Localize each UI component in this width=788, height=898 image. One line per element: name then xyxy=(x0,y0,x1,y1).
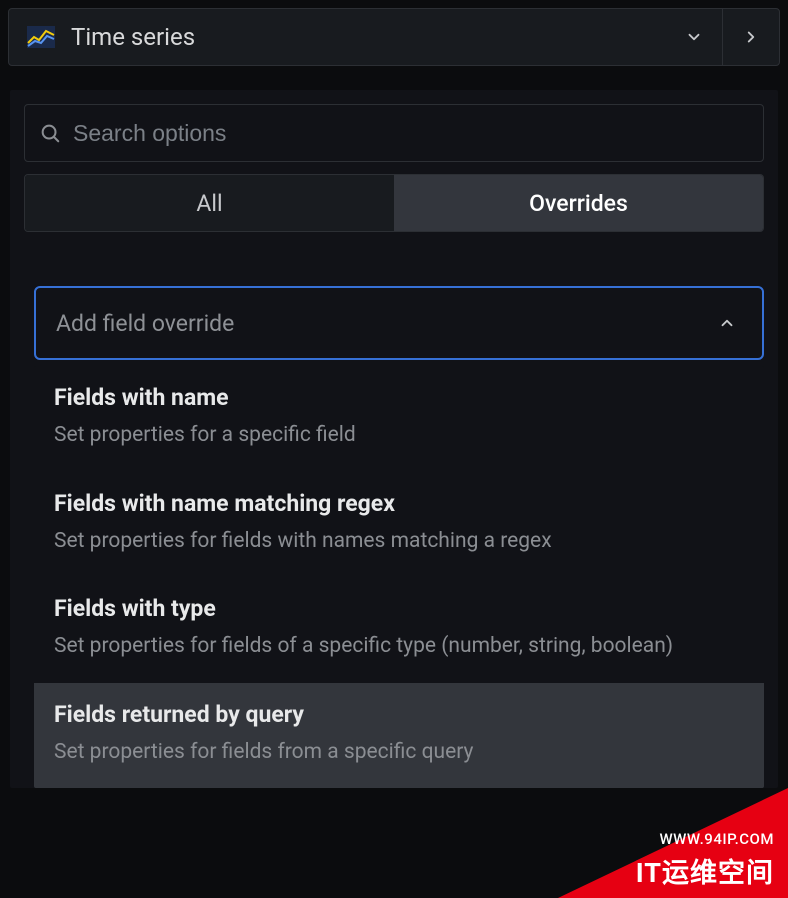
visualization-header: Time series xyxy=(8,8,780,66)
chevron-down-icon xyxy=(685,28,703,46)
chevron-right-icon xyxy=(742,28,760,46)
override-dropdown-list: Fields with name Set properties for a sp… xyxy=(34,366,764,788)
add-override-label: Add field override xyxy=(56,310,234,337)
add-field-override-button[interactable]: Add field override xyxy=(34,286,764,360)
visualization-dropdown-toggle[interactable] xyxy=(666,8,722,66)
panel-collapse-button[interactable] xyxy=(723,8,779,66)
option-title: Fields returned by query xyxy=(54,701,744,728)
option-desc: Set properties for fields of a specific … xyxy=(54,630,744,663)
override-option-fields-with-name[interactable]: Fields with name Set properties for a sp… xyxy=(34,366,764,472)
tab-all[interactable]: All xyxy=(25,175,394,231)
option-title: Fields with type xyxy=(54,595,744,622)
visualization-picker[interactable]: Time series xyxy=(9,9,666,65)
search-options-row[interactable] xyxy=(24,104,764,162)
watermark-url: WWW.94IP.COM xyxy=(659,830,774,848)
options-tabs: All Overrides xyxy=(24,174,764,232)
options-panel: All Overrides Add field override Fields … xyxy=(10,90,778,788)
search-input[interactable] xyxy=(73,120,749,147)
visualization-label: Time series xyxy=(71,23,195,51)
watermark-main: IT运维空间 xyxy=(636,851,774,890)
override-option-fields-query[interactable]: Fields returned by query Set properties … xyxy=(34,683,764,789)
search-icon xyxy=(39,122,61,144)
overrides-section: Add field override Fields with name Set … xyxy=(10,286,778,788)
time-series-icon xyxy=(27,26,55,48)
option-title: Fields with name matching regex xyxy=(54,490,744,517)
override-option-fields-regex[interactable]: Fields with name matching regex Set prop… xyxy=(34,472,764,578)
chevron-up-icon xyxy=(718,314,736,332)
option-desc: Set properties for a specific field xyxy=(54,419,744,452)
override-option-fields-type[interactable]: Fields with type Set properties for fiel… xyxy=(34,577,764,683)
tab-overrides[interactable]: Overrides xyxy=(394,175,763,231)
option-desc: Set properties for fields with names mat… xyxy=(54,525,744,558)
option-desc: Set properties for fields from a specifi… xyxy=(54,736,744,769)
option-title: Fields with name xyxy=(54,384,744,411)
